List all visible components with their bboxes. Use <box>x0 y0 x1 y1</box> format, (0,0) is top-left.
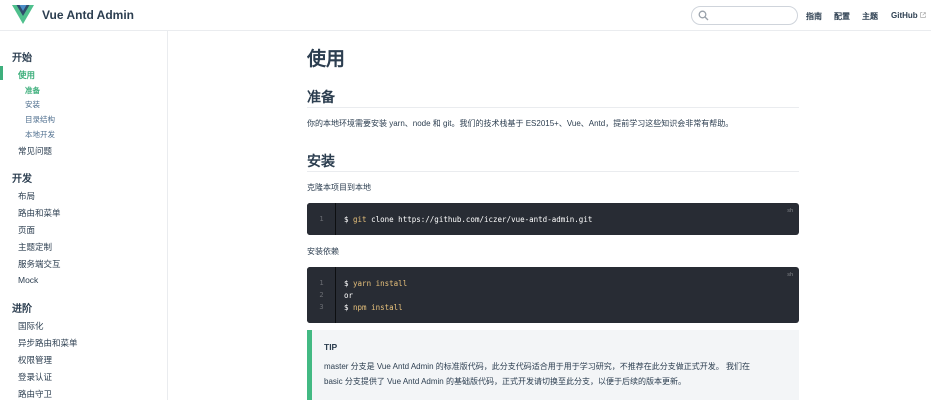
heading-divider <box>307 107 799 108</box>
search-icon <box>698 10 709 21</box>
nav-link-guide[interactable]: 指南 <box>806 11 822 22</box>
code-command: git <box>353 215 367 224</box>
nav-link-github-label: GitHub <box>891 11 918 20</box>
code-gutter: 1 <box>307 203 336 235</box>
code-lang-label: sh <box>787 272 793 278</box>
heading-divider <box>307 171 799 172</box>
code-gutter: 1 2 3 <box>307 267 336 323</box>
sidebar-item-login[interactable]: 登录认证 <box>18 371 52 383</box>
sidebar-item-server[interactable]: 服务端交互 <box>18 258 61 270</box>
code-prompt: $ <box>344 303 354 312</box>
sidebar-active-indicator <box>0 66 3 80</box>
sidebar-item-async-router[interactable]: 异步路由和菜单 <box>18 337 78 349</box>
page-title: 使用 <box>307 49 346 70</box>
sidebar-item-faq[interactable]: 常见问题 <box>18 145 52 157</box>
code-line: $ npm install <box>344 303 403 312</box>
sidebar-item-theme[interactable]: 主题定制 <box>18 241 52 253</box>
sidebar-group-develop[interactable]: 开发 <box>12 170 32 185</box>
sidebar-subitem-install[interactable]: 安装 <box>25 99 40 110</box>
deps-label: 安装依赖 <box>307 247 339 256</box>
vue-logo-icon[interactable] <box>12 5 34 25</box>
tip-text-line: master 分支是 Vue Antd Admin 的标准版代码，此分支代码适合… <box>324 362 750 371</box>
sidebar-subitem-local-dev[interactable]: 本地开发 <box>25 129 55 140</box>
code-lang-label: sh <box>787 208 793 214</box>
tip-text-line: basic 分支提供了 Vue Antd Admin 的基础版代码，正式开发请切… <box>324 377 686 386</box>
heading-prepare[interactable]: 准备 <box>307 87 335 107</box>
search-input[interactable] <box>712 9 794 22</box>
code-args: clone https://github.com/iczer/vue-antd-… <box>366 215 593 224</box>
nav-link-config[interactable]: 配置 <box>834 11 850 22</box>
navbar: Vue Antd Admin 指南 配置 主题 GitHub <box>0 0 931 31</box>
code-command: npm install <box>353 303 403 312</box>
code-block-deps[interactable]: 1 2 3 $ yarn install or $ npm install sh <box>307 267 799 323</box>
sidebar-subitem-structure[interactable]: 目录结构 <box>25 114 55 125</box>
code-prompt: $ <box>344 279 354 288</box>
code-line: or <box>344 291 354 300</box>
search-box[interactable] <box>691 6 798 25</box>
sidebar-item-layout[interactable]: 布局 <box>18 190 35 202</box>
line-number: 1 <box>319 215 324 223</box>
tip-title: TIP <box>324 342 338 352</box>
sidebar-group-advanced[interactable]: 进阶 <box>12 300 32 315</box>
line-number: 2 <box>319 291 324 299</box>
main-content: 使用 准备 你的本地环境需要安装 yarn、node 和 git。我们的技术栈基… <box>169 31 931 400</box>
tip-container: TIP master 分支是 Vue Antd Admin 的标准版代码，此分支… <box>307 330 799 400</box>
clone-label: 克隆本项目到本地 <box>307 183 371 192</box>
sidebar-item-page[interactable]: 页面 <box>18 224 35 236</box>
code-line: $ git clone https://github.com/iczer/vue… <box>344 215 592 224</box>
line-number: 1 <box>319 279 324 287</box>
prepare-text: 你的本地环境需要安装 yarn、node 和 git。我们的技术栈基于 ES20… <box>307 119 734 128</box>
code-line: $ yarn install <box>344 279 407 288</box>
code-command: yarn install <box>353 279 408 288</box>
sidebar: 开始 使用 准备 安装 目录结构 本地开发 常见问题 开发 布局 路由和菜单 页… <box>0 31 168 400</box>
sidebar-item-i18n[interactable]: 国际化 <box>18 320 44 332</box>
nav-link-theme[interactable]: 主题 <box>862 11 878 22</box>
site-name[interactable]: Vue Antd Admin <box>42 8 134 22</box>
sidebar-group-start[interactable]: 开始 <box>12 49 32 64</box>
nav-link-github[interactable]: GitHub <box>891 11 926 20</box>
sidebar-item-mock[interactable]: Mock <box>18 275 38 285</box>
heading-install[interactable]: 安装 <box>307 151 335 171</box>
code-prompt: $ <box>344 215 354 224</box>
sidebar-item-usage[interactable]: 使用 <box>18 69 35 81</box>
line-number: 3 <box>319 303 324 311</box>
sidebar-subitem-prepare[interactable]: 准备 <box>25 85 40 96</box>
code-block-clone[interactable]: 1 $ git clone https://github.com/iczer/v… <box>307 203 799 235</box>
sidebar-item-route-guard[interactable]: 路由守卫 <box>18 388 52 400</box>
sidebar-item-permission[interactable]: 权限管理 <box>18 354 52 366</box>
external-link-icon <box>919 12 926 18</box>
sidebar-item-router-menu[interactable]: 路由和菜单 <box>18 207 61 219</box>
